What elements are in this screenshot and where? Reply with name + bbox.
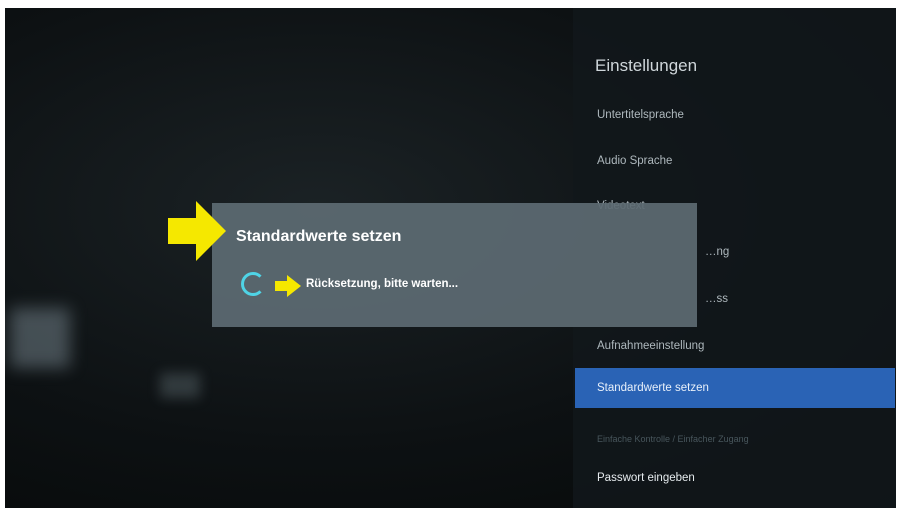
loading-spinner-icon [241,272,265,296]
arrow-right-icon [275,275,301,297]
menu-item-enter-password[interactable]: Passwort eingeben [575,463,895,493]
menu-item-audio-language[interactable]: Audio Sprache [575,146,895,176]
light-reflection [160,373,200,398]
dialog-title: Standardwerte setzen [236,228,402,245]
menu-item-subtitle-language[interactable]: Untertitelsprache [575,100,895,130]
arrow-right-icon [168,201,226,261]
light-reflection [10,308,70,368]
settings-title: Einstellungen [595,56,698,75]
menu-item-easy-access[interactable]: Einfache Kontrolle / Einfacher Zugang [575,424,895,454]
dialog-status: Rücksetzung, bitte warten... [306,278,459,290]
menu-item-recording-settings[interactable]: Aufnahmeeinstellung [575,331,895,361]
reset-dialog: Standardwerte setzen Rücksetzung, bitte … [212,203,697,327]
tv-screen: Einstellungen Untertitelsprache Audio Sp… [5,8,896,508]
menu-item-reset-defaults[interactable]: Standardwerte setzen [575,368,895,408]
